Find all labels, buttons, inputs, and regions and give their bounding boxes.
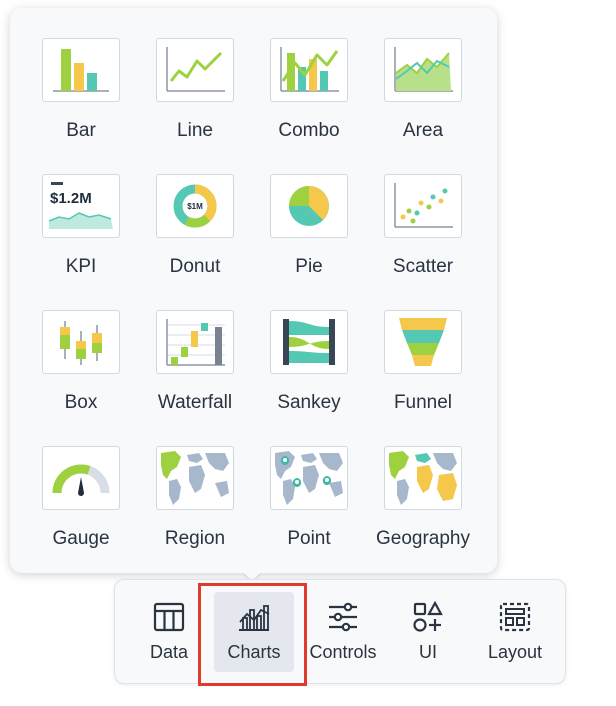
chart-tile-box[interactable]: Box bbox=[24, 310, 138, 446]
chart-type-grid: Bar Line Combo Area $1.2M KPI $1M Donut … bbox=[24, 38, 480, 582]
chart-tile-label: Point bbox=[287, 528, 331, 549]
chart-tile-area[interactable]: Area bbox=[366, 38, 480, 174]
toolbar-label: Data bbox=[149, 642, 189, 662]
chart-tile-label: Sankey bbox=[277, 392, 341, 413]
toolbar-controls-button[interactable]: Controls bbox=[303, 592, 383, 672]
gauge-chart-icon bbox=[42, 446, 120, 510]
chart-type-popup: Bar Line Combo Area $1.2M KPI $1M Donut … bbox=[10, 8, 497, 573]
chart-tile-label: Bar bbox=[66, 120, 96, 141]
pie-chart-icon bbox=[270, 174, 348, 238]
chart-tile-bar[interactable]: Bar bbox=[24, 38, 138, 174]
chart-tile-donut[interactable]: $1M Donut bbox=[138, 174, 252, 310]
chart-tile-label: Scatter bbox=[392, 256, 454, 277]
toolbar-label: Controls bbox=[309, 642, 377, 662]
region-map-icon bbox=[156, 446, 234, 510]
toolbar-ui-button[interactable]: UI bbox=[398, 592, 458, 672]
toolbar-label: Charts bbox=[227, 642, 281, 662]
chart-tile-label: Box bbox=[64, 392, 98, 413]
chart-tile-label: Funnel bbox=[393, 392, 453, 413]
scatter-chart-icon bbox=[384, 174, 462, 238]
chart-tile-geography[interactable]: Geography bbox=[366, 446, 480, 582]
kpi-value-text: $1.2M bbox=[50, 190, 92, 207]
area-chart-icon bbox=[384, 38, 462, 102]
chart-tile-scatter[interactable]: Scatter bbox=[366, 174, 480, 310]
chart-tile-gauge[interactable]: Gauge bbox=[24, 446, 138, 582]
chart-tile-sankey[interactable]: Sankey bbox=[252, 310, 366, 446]
chart-tile-label: Geography bbox=[375, 528, 470, 549]
chart-tile-waterfall[interactable]: Waterfall bbox=[138, 310, 252, 446]
chart-tile-funnel[interactable]: Funnel bbox=[366, 310, 480, 446]
charts-icon bbox=[239, 605, 270, 631]
toolbar-charts-button[interactable]: Charts bbox=[214, 592, 294, 672]
chart-tile-label: Gauge bbox=[52, 528, 110, 549]
kpi-icon: $1.2M bbox=[42, 174, 120, 238]
chart-tile-label: Donut bbox=[169, 256, 221, 277]
geography-map-icon bbox=[384, 446, 462, 510]
chart-tile-label: Waterfall bbox=[157, 392, 233, 413]
chart-tile-label: Pie bbox=[295, 256, 323, 277]
waterfall-chart-icon bbox=[156, 310, 234, 374]
toolbar-layout-button[interactable]: Layout bbox=[477, 592, 553, 672]
chart-tile-region[interactable]: Region bbox=[138, 446, 252, 582]
bar-chart-icon bbox=[42, 38, 120, 102]
chart-tile-combo[interactable]: Combo bbox=[252, 38, 366, 174]
layout-icon bbox=[499, 602, 531, 632]
toolbar-label: Layout bbox=[487, 642, 543, 662]
box-plot-icon bbox=[42, 310, 120, 374]
bottom-toolbar: Data Charts Controls UI Layout bbox=[114, 579, 566, 684]
table-icon bbox=[153, 602, 185, 632]
toolbar-label: UI bbox=[419, 642, 437, 662]
chart-tile-label: Combo bbox=[278, 120, 340, 141]
chart-tile-pie[interactable]: Pie bbox=[252, 174, 366, 310]
shapes-icon bbox=[413, 600, 443, 632]
funnel-chart-icon bbox=[384, 310, 462, 374]
combo-chart-icon bbox=[270, 38, 348, 102]
sliders-icon bbox=[329, 602, 357, 632]
chart-tile-line[interactable]: Line bbox=[138, 38, 252, 174]
donut-value-text: $1M bbox=[187, 202, 203, 211]
chart-tile-label: Line bbox=[177, 120, 213, 141]
sankey-chart-icon bbox=[270, 310, 348, 374]
line-chart-icon bbox=[156, 38, 234, 102]
chart-tile-kpi[interactable]: $1.2M KPI bbox=[24, 174, 138, 310]
chart-tile-label: KPI bbox=[65, 256, 97, 277]
chart-tile-label: Region bbox=[164, 528, 226, 549]
chart-tile-point[interactable]: Point bbox=[252, 446, 366, 582]
chart-tile-label: Area bbox=[402, 120, 444, 141]
point-map-icon bbox=[270, 446, 348, 510]
donut-chart-icon: $1M bbox=[156, 174, 234, 238]
toolbar-data-button[interactable]: Data bbox=[139, 592, 199, 672]
